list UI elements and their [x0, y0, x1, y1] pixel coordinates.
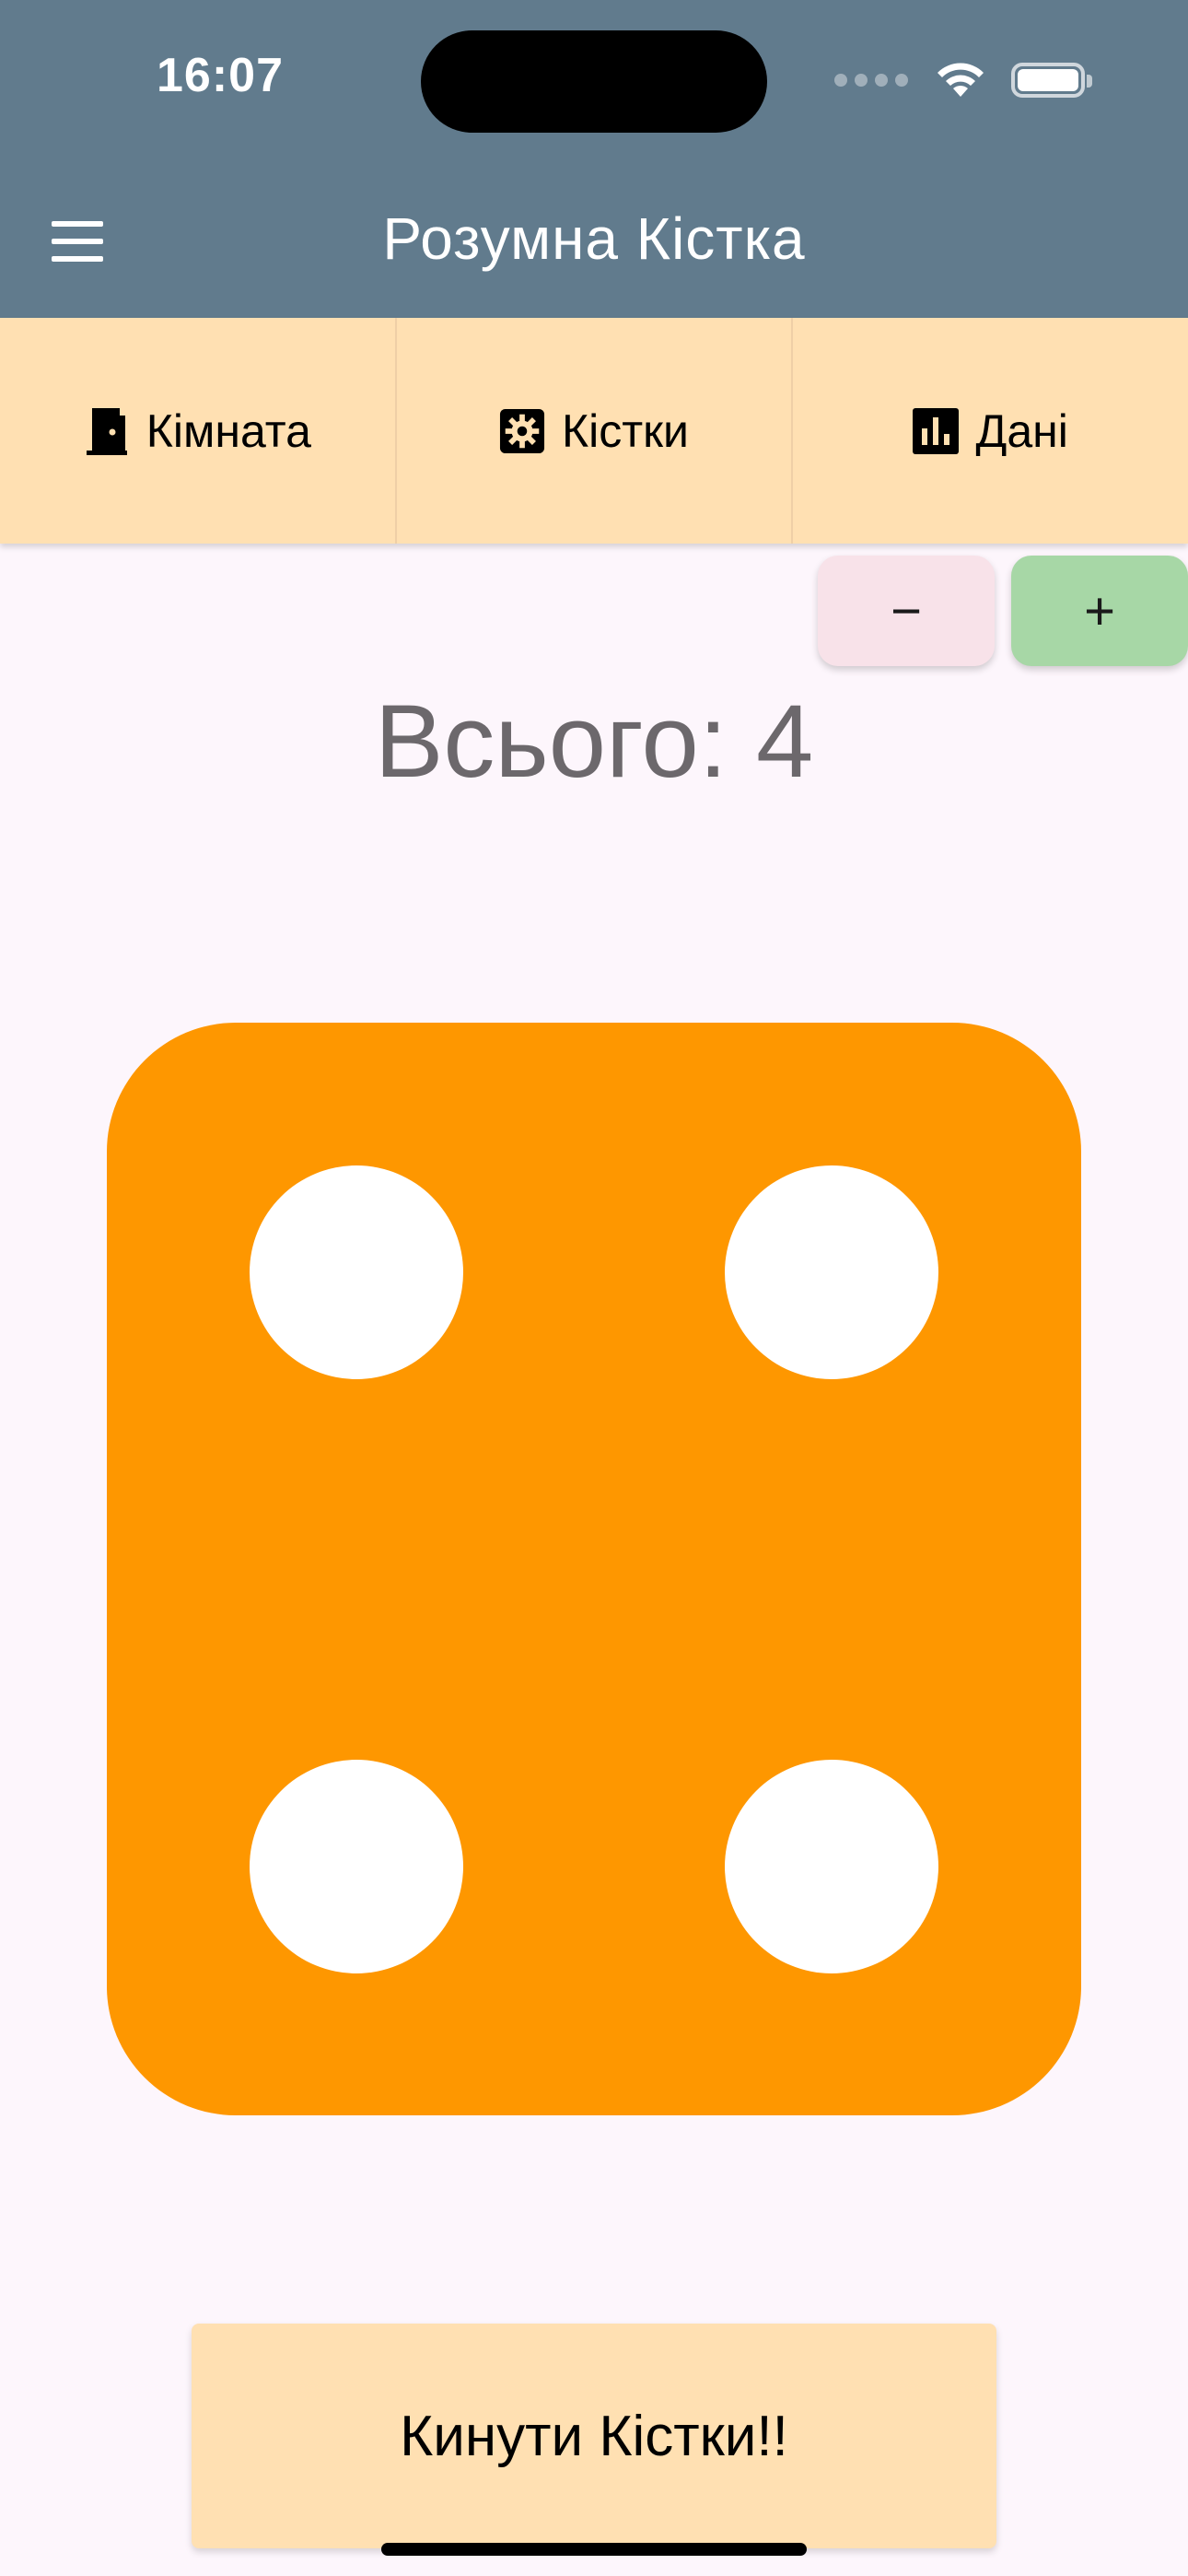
- dynamic-island: [421, 30, 767, 133]
- tab-room[interactable]: Кімната: [0, 318, 397, 544]
- increase-dice-button[interactable]: +: [1011, 556, 1188, 666]
- gear-icon: [499, 406, 545, 456]
- tab-data[interactable]: Дані: [793, 318, 1188, 544]
- die-pip: [725, 1165, 938, 1379]
- die-pip: [725, 1760, 938, 1973]
- home-indicator[interactable]: [381, 2543, 807, 2556]
- status-icons: [834, 57, 1092, 103]
- door-icon: [84, 406, 130, 456]
- bar-chart-icon: [913, 406, 960, 456]
- tab-room-label: Кімната: [146, 404, 311, 457]
- app-title: Розумна Кістка: [382, 205, 806, 272]
- die-face[interactable]: [107, 1023, 1081, 2115]
- tab-dice[interactable]: Кістки: [397, 318, 794, 544]
- wifi-icon: [938, 63, 984, 97]
- tab-dice-label: Кістки: [562, 404, 689, 457]
- die-pip: [250, 1165, 463, 1379]
- status-time: 16:07: [157, 49, 284, 102]
- decrease-dice-button[interactable]: −: [818, 556, 995, 666]
- app-bar: 16:07 Розумна Кістка: [0, 0, 1188, 318]
- die-pip: [250, 1760, 463, 1973]
- battery-icon: [1011, 63, 1092, 98]
- tab-bar: Кімната Кістки Дані: [0, 318, 1188, 544]
- cellular-signal-icon: [834, 74, 908, 87]
- tab-data-label: Дані: [975, 404, 1068, 457]
- app-screen: 16:07 Розумна Кістка Кімната Кістки Дані…: [0, 0, 1188, 2576]
- roll-dice-button[interactable]: Кинути Кістки!!: [192, 2324, 996, 2548]
- total-label: Всього: 4: [374, 684, 814, 799]
